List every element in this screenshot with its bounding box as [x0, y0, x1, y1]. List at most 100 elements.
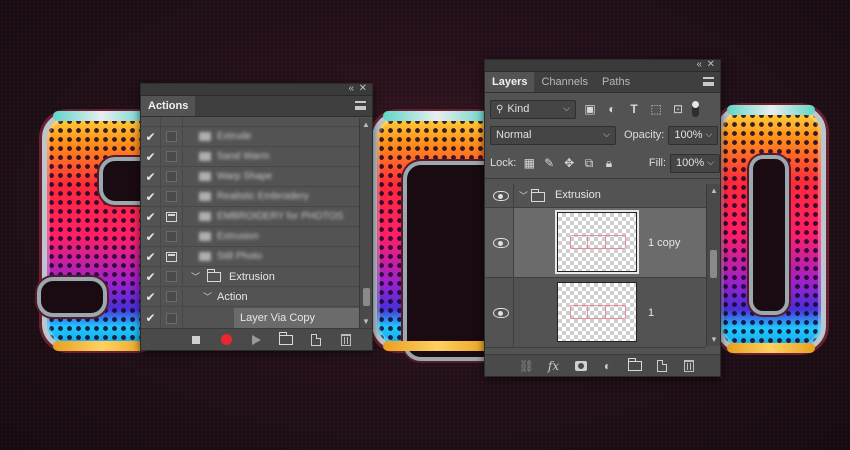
opacity-field[interactable]: 100% ⌵: [668, 125, 719, 145]
stop-button[interactable]: [181, 329, 211, 351]
lock-image-icon[interactable]: ✎: [542, 155, 556, 171]
folder-icon: [627, 357, 642, 371]
list-item[interactable]: ✔ Extrusion: [141, 226, 360, 247]
scrollbar-thumb[interactable]: [363, 288, 370, 306]
dialog-toggle[interactable]: [161, 146, 183, 167]
check-icon[interactable]: ✔: [141, 246, 161, 267]
layer-thumbnail[interactable]: [555, 210, 639, 274]
chevron-down-icon[interactable]: ⌵: [706, 129, 713, 140]
command-label: Layer Via Copy: [240, 312, 316, 324]
panel-title-strip[interactable]: « ✕: [141, 83, 372, 96]
fill-field[interactable]: 100% ⌵: [670, 153, 721, 173]
tab-paths[interactable]: Paths: [595, 72, 637, 92]
delete-layer-button[interactable]: [675, 355, 702, 377]
check-icon[interactable]: ✔: [141, 166, 161, 187]
new-group-button[interactable]: [621, 355, 648, 377]
check-icon[interactable]: ✔: [141, 226, 161, 247]
lock-artboard-icon[interactable]: ⧉: [582, 155, 596, 171]
dialog-toggle[interactable]: [161, 206, 183, 227]
dialog-toggle[interactable]: [161, 186, 183, 207]
pixel-filter-icon[interactable]: ▣: [582, 101, 598, 117]
shape-filter-icon[interactable]: ⬚: [648, 101, 664, 117]
list-item[interactable]: ✔ Sand Warm: [141, 146, 360, 167]
layer-group-row[interactable]: ﹀ Extrusion: [485, 184, 706, 208]
chevron-down-icon[interactable]: ﹀: [519, 189, 528, 202]
chevron-down-icon[interactable]: ⌵: [707, 157, 714, 168]
check-icon[interactable]: ✔: [141, 266, 161, 287]
check-icon[interactable]: ✔: [141, 206, 161, 227]
check-icon[interactable]: [141, 118, 161, 127]
dialog-toggle[interactable]: [161, 126, 183, 147]
scroll-down-icon[interactable]: ▼: [710, 335, 718, 344]
dialog-toggle[interactable]: [161, 226, 183, 247]
chevron-down-icon[interactable]: ﹀: [203, 290, 213, 303]
scrollbar-thumb[interactable]: [710, 250, 717, 278]
add-mask-button[interactable]: [567, 355, 594, 377]
action-item[interactable]: ✔ ﹀ Action: [141, 286, 360, 307]
adjustment-filter-icon[interactable]: ◐: [604, 101, 620, 117]
filter-toggle[interactable]: [692, 101, 699, 117]
play-button[interactable]: [241, 329, 271, 351]
new-action-button[interactable]: [301, 329, 331, 351]
scroll-down-icon[interactable]: ▼: [362, 317, 370, 326]
fx-button[interactable]: fx: [540, 355, 567, 377]
scroll-up-icon[interactable]: ▲: [710, 186, 718, 195]
list-item[interactable]: ✔ Realistic Embroidery: [141, 186, 360, 207]
blend-mode-select[interactable]: Normal ⌵: [490, 125, 616, 145]
adjustment-layer-button[interactable]: ◐: [594, 355, 621, 377]
list-item[interactable]: ✔: [141, 308, 234, 328]
check-icon[interactable]: ✔: [141, 308, 161, 328]
layer-thumbnail[interactable]: [557, 282, 637, 342]
dialog-toggle[interactable]: [161, 308, 183, 328]
new-set-button[interactable]: [271, 329, 301, 351]
dialog-toggle[interactable]: [161, 166, 183, 187]
group-name: Extrusion: [555, 189, 601, 201]
lock-all-icon[interactable]: 🔒︎: [602, 155, 616, 171]
actions-scrollbar[interactable]: ▲ ▼: [359, 118, 372, 328]
type-filter-icon[interactable]: T: [626, 101, 642, 117]
action-set-extrusion[interactable]: ✔ ﹀ Extrusion: [141, 266, 360, 287]
dialog-toggle[interactable]: [161, 286, 183, 307]
letter-highlight-top: [53, 111, 151, 121]
lock-position-icon[interactable]: ✥: [562, 155, 576, 171]
list-item[interactable]: ✔ Still Photo: [141, 246, 360, 267]
record-button[interactable]: [211, 329, 241, 351]
close-icon[interactable]: ✕: [359, 83, 367, 95]
new-layer-button[interactable]: [648, 355, 675, 377]
lock-transparent-icon[interactable]: ▦: [522, 155, 536, 171]
filter-kind-select[interactable]: ⚲ Kind ⌵: [490, 99, 576, 119]
lock-row: Lock: ▦ ✎ ✥ ⧉ 🔒︎ Fill: 100% ⌵: [485, 152, 721, 174]
visibility-eye-icon[interactable]: [493, 191, 509, 201]
dialog-off-icon: [166, 231, 177, 242]
list-item[interactable]: ✔ Warp Shape: [141, 166, 360, 187]
dialog-toggle[interactable]: [161, 266, 183, 287]
collapse-icon[interactable]: «: [696, 59, 702, 71]
chevron-down-icon[interactable]: ﹀: [191, 270, 201, 283]
panel-menu-icon[interactable]: [355, 101, 366, 110]
dialog-toggle[interactable]: [161, 246, 183, 267]
check-icon[interactable]: ✔: [141, 146, 161, 167]
tab-actions[interactable]: Actions: [141, 96, 196, 116]
check-icon[interactable]: ✔: [141, 286, 161, 307]
command-item-selected[interactable]: Layer Via Copy: [234, 308, 360, 328]
tab-channels[interactable]: Channels: [534, 72, 594, 92]
tab-layers[interactable]: Layers: [485, 72, 535, 92]
list-item[interactable]: ✔ Extrude: [141, 126, 360, 147]
list-item[interactable]: ✔ EMBROIDERY for PHOTOS: [141, 206, 360, 227]
check-icon[interactable]: ✔: [141, 186, 161, 207]
layer-row[interactable]: 1: [485, 278, 706, 348]
visibility-eye-icon[interactable]: [493, 238, 509, 248]
collapse-icon[interactable]: «: [348, 83, 354, 95]
smart-object-filter-icon[interactable]: ⊡: [670, 101, 686, 117]
layer-row-selected[interactable]: 1 copy: [485, 208, 706, 278]
dialog-toggle[interactable]: [161, 118, 183, 127]
panel-menu-icon[interactable]: [703, 77, 714, 86]
check-icon[interactable]: ✔: [141, 126, 161, 147]
scroll-up-icon[interactable]: ▲: [362, 120, 370, 129]
visibility-eye-icon[interactable]: [493, 308, 509, 318]
layers-scrollbar[interactable]: ▲ ▼: [706, 184, 720, 346]
panel-title-strip[interactable]: « ✕: [485, 59, 720, 72]
link-layers-button[interactable]: ⛓︎: [513, 355, 540, 377]
close-icon[interactable]: ✕: [707, 59, 715, 71]
delete-button[interactable]: [331, 329, 361, 351]
